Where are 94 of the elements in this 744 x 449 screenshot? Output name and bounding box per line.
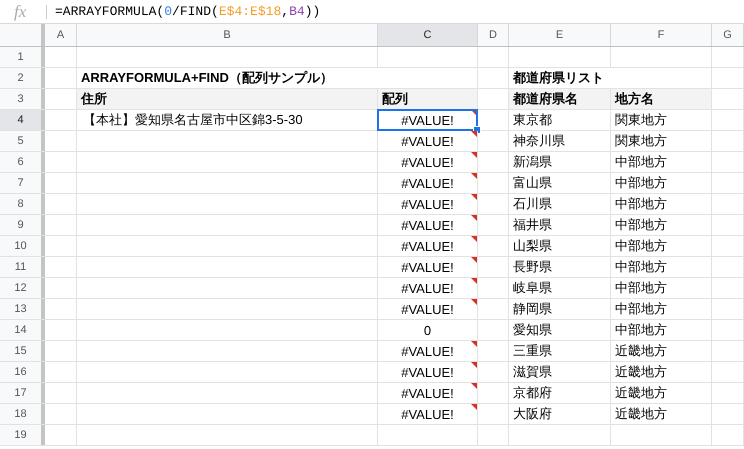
cell-selection[interactable] — [377, 109, 478, 131]
cell-value: #VALUE! — [401, 386, 454, 400]
row-header[interactable]: 12 — [0, 278, 45, 298]
row-header[interactable]: 17 — [0, 383, 45, 403]
row-header[interactable]: 4 — [0, 110, 45, 130]
cell-value: #VALUE! — [401, 302, 454, 316]
row-header[interactable]: 7 — [0, 173, 45, 193]
cell-value: 【本社】愛知県名古屋市中区錦3-5-30 — [82, 111, 303, 129]
cell-value: 東京都 — [513, 111, 552, 129]
column-header[interactable]: D — [478, 24, 509, 46]
error-flag-icon — [471, 173, 477, 179]
error-flag-icon — [471, 131, 477, 137]
cell-value: #VALUE! — [401, 344, 454, 358]
error-flag-icon — [471, 215, 477, 221]
row-header[interactable]: 19 — [0, 425, 45, 445]
row-header[interactable]: 1 — [0, 47, 45, 67]
cell-value: 中部地方 — [615, 174, 667, 192]
cell-value: 山梨県 — [513, 237, 552, 255]
cell-value: #VALUE! — [401, 176, 454, 190]
column-header[interactable]: F — [611, 24, 712, 46]
column-label: 地方名 — [615, 90, 654, 108]
cell-value: 富山県 — [513, 174, 552, 192]
cell-value: 滋賀県 — [513, 363, 552, 381]
error-flag-icon — [471, 341, 477, 347]
cell-value: 中部地方 — [615, 195, 667, 213]
cell-value: 近畿地方 — [615, 363, 667, 381]
error-flag-icon — [471, 383, 477, 389]
cell-value: 京都府 — [513, 384, 552, 402]
cell-value: #VALUE! — [401, 218, 454, 232]
cell-value: 中部地方 — [615, 300, 667, 318]
cell-value: 関東地方 — [615, 111, 667, 129]
row-header[interactable]: 5 — [0, 131, 45, 151]
error-flag-icon — [471, 257, 477, 263]
error-flag-icon — [471, 152, 477, 158]
error-flag-icon — [471, 362, 477, 368]
cell-value: #VALUE! — [401, 260, 454, 274]
cell-value: 中部地方 — [615, 258, 667, 276]
cell-value: #VALUE! — [401, 112, 454, 128]
cell-value: 近畿地方 — [615, 384, 667, 402]
error-flag-icon — [471, 278, 477, 284]
column-label: 配列 — [382, 90, 408, 108]
error-flag-icon — [471, 299, 477, 305]
cell-value: 中部地方 — [615, 153, 667, 171]
cell-value: 近畿地方 — [615, 405, 667, 423]
cell-value: 中部地方 — [615, 321, 667, 339]
cell-value: #VALUE! — [401, 238, 454, 254]
cell-value: 石川県 — [513, 195, 552, 213]
cell-value: 神奈川県 — [513, 132, 565, 150]
row-header[interactable]: 6 — [0, 152, 45, 172]
function-icon: fx — [14, 2, 36, 22]
row-header[interactable]: 3 — [0, 89, 45, 109]
row-header[interactable]: 11 — [0, 257, 45, 277]
cell-value: 岐阜県 — [513, 279, 552, 297]
cell-value: #VALUE! — [401, 154, 454, 170]
cell-value: #VALUE! — [401, 196, 454, 212]
formula-text[interactable]: =ARRAYFORMULA(0/FIND(E$4:E$18,B4)) — [55, 4, 320, 19]
error-flag-icon — [471, 110, 477, 116]
cell-value: #VALUE! — [401, 406, 454, 422]
list-title: 都道府県リスト — [513, 69, 604, 87]
cell-value: 関東地方 — [615, 132, 667, 150]
column-label: 住所 — [81, 90, 107, 108]
cell-value: 大阪府 — [513, 405, 552, 423]
error-flag-icon — [471, 194, 477, 200]
row-header[interactable]: 16 — [0, 362, 45, 382]
cell-value: 中部地方 — [615, 216, 667, 234]
cell-value: #VALUE! — [401, 280, 454, 296]
cell-value: 中部地方 — [615, 237, 667, 255]
cell-value: 新潟県 — [513, 153, 552, 171]
column-header[interactable]: G — [712, 24, 744, 46]
row-header[interactable]: 14 — [0, 320, 45, 340]
cell-value: 福井県 — [513, 216, 552, 234]
column-header[interactable]: E — [509, 24, 611, 46]
cell-value: 近畿地方 — [615, 342, 667, 360]
error-flag-icon — [471, 236, 477, 242]
row-header[interactable]: 10 — [0, 236, 45, 256]
row-header[interactable]: 13 — [0, 299, 45, 319]
row-header[interactable]: 8 — [0, 194, 45, 214]
cell-value: 0 — [424, 322, 432, 338]
cell-value: 愛知県 — [513, 321, 552, 339]
cell-value: 三重県 — [513, 342, 552, 360]
cell-value: #VALUE! — [401, 364, 454, 380]
column-header[interactable]: A — [45, 24, 77, 46]
sheet-title: ARRAYFORMULA+FIND（配列サンプル） — [81, 69, 333, 87]
row-header[interactable]: 2 — [0, 68, 45, 88]
cell-value: #VALUE! — [401, 134, 454, 148]
column-label: 都道府県名 — [513, 90, 578, 108]
row-header[interactable]: 9 — [0, 215, 45, 235]
row-header[interactable]: 18 — [0, 404, 45, 424]
row-header[interactable]: 15 — [0, 341, 45, 361]
cell-value: 静岡県 — [513, 300, 552, 318]
cell-value: 長野県 — [513, 258, 552, 276]
column-header[interactable]: C — [378, 24, 478, 46]
error-flag-icon — [471, 404, 477, 410]
cell-value: 中部地方 — [615, 279, 667, 297]
